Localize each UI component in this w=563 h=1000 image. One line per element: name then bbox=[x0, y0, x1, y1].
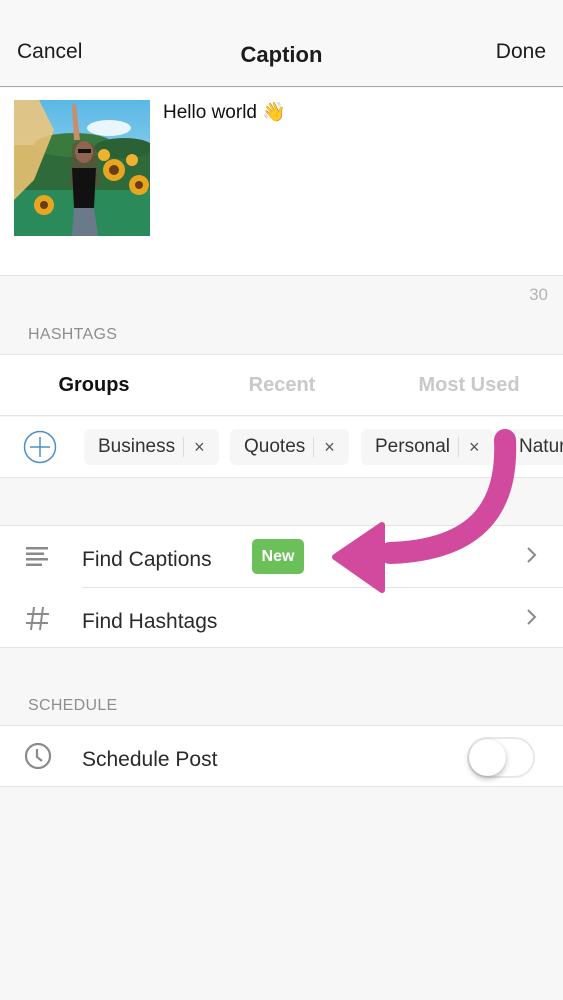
navigation-bar: Cancel Caption Done bbox=[0, 0, 563, 87]
remove-group-icon[interactable]: × bbox=[469, 437, 480, 458]
finder-list: Find Captions New Find Hashtags bbox=[0, 525, 563, 648]
text-lines-icon bbox=[24, 542, 52, 570]
schedule-post-row: Schedule Post bbox=[0, 725, 563, 787]
remove-group-icon[interactable]: × bbox=[324, 437, 335, 458]
caption-text-input[interactable]: Hello world 👋 bbox=[163, 100, 286, 124]
group-chip[interactable]: Business × bbox=[84, 429, 219, 465]
post-image-thumbnail[interactable] bbox=[14, 100, 150, 236]
hashtag-tabs: Groups Recent Most Used bbox=[0, 354, 563, 416]
find-captions-row[interactable]: Find Captions New bbox=[0, 526, 563, 588]
toggle-knob bbox=[469, 739, 506, 776]
character-counter: 30 bbox=[529, 285, 548, 304]
group-chip-label: Natur bbox=[519, 436, 563, 457]
chevron-right-icon bbox=[525, 606, 539, 628]
chip-divider bbox=[183, 437, 185, 457]
tab-recent[interactable]: Recent bbox=[188, 374, 376, 397]
find-hashtags-row[interactable]: Find Hashtags bbox=[0, 588, 563, 649]
chevron-right-icon bbox=[525, 544, 539, 566]
caption-compose-area: Hello world 👋 bbox=[0, 88, 563, 276]
find-hashtags-label: Find Hashtags bbox=[82, 610, 218, 633]
find-captions-label: Find Captions bbox=[82, 548, 212, 571]
schedule-section-label: SCHEDULE bbox=[28, 697, 118, 714]
plus-circle-icon bbox=[23, 430, 57, 464]
group-chip[interactable]: Quotes × bbox=[230, 429, 349, 465]
group-chip[interactable]: Personal × bbox=[361, 429, 494, 465]
schedule-post-label: Schedule Post bbox=[82, 748, 218, 771]
tab-most-used[interactable]: Most Used bbox=[375, 374, 563, 397]
new-badge: New bbox=[252, 539, 304, 574]
tab-groups[interactable]: Groups bbox=[0, 374, 188, 397]
hashtag-group-chips: Business × Quotes × Personal × Natur bbox=[0, 417, 563, 478]
chip-divider bbox=[458, 437, 459, 457]
hashtag-icon bbox=[24, 604, 52, 632]
done-button[interactable]: Done bbox=[496, 40, 546, 64]
page-title: Caption bbox=[240, 42, 323, 67]
group-chip-label: Business bbox=[98, 436, 176, 457]
remove-group-icon[interactable]: × bbox=[194, 437, 205, 458]
clock-icon bbox=[24, 742, 52, 770]
hashtags-section-label: HASHTAGS bbox=[28, 326, 118, 343]
group-chip[interactable]: Natur bbox=[505, 429, 563, 465]
schedule-post-toggle[interactable] bbox=[467, 737, 535, 778]
add-group-button[interactable] bbox=[23, 430, 57, 464]
group-chip-label: Quotes bbox=[244, 436, 306, 457]
chip-divider bbox=[313, 437, 315, 457]
group-chip-label: Personal bbox=[375, 436, 450, 457]
